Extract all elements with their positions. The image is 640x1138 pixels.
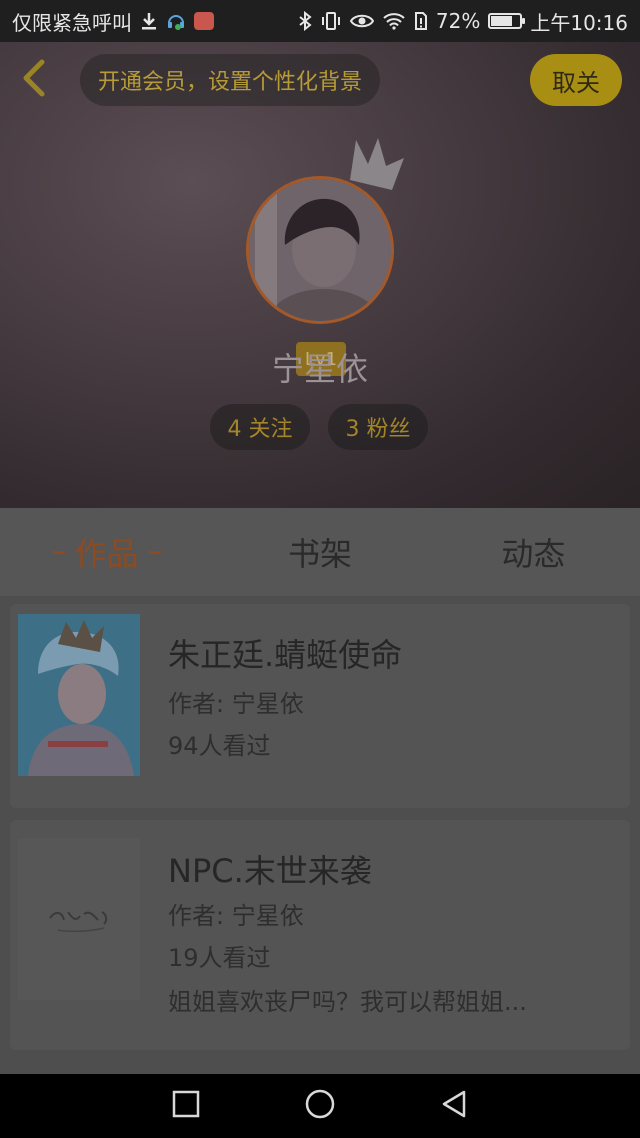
wifi-icon (382, 12, 406, 30)
cover-portrait-icon (18, 614, 140, 776)
navigation-bar (0, 1074, 640, 1138)
tab-bookshelf[interactable]: 书架 (213, 508, 426, 596)
username: 宁星依 (271, 350, 368, 388)
back-button[interactable] (14, 56, 54, 100)
battery-icon (488, 13, 526, 29)
work-views: 19人看过 (168, 944, 271, 972)
tab-label: 书架 (287, 535, 352, 573)
unfollow-button[interactable]: 取关 (530, 54, 622, 106)
clock: 上午10:16 (530, 10, 628, 35)
profile-tabs: 作品 书架 动态 (0, 508, 640, 596)
profile-header: 开通会员，设置个性化背景 取关 Lv1 宁星依 4 关注 3 粉丝 (0, 42, 640, 508)
fans-count[interactable]: 3 粉丝 (328, 404, 428, 450)
circle-icon (305, 1089, 335, 1119)
tab-label: 作品 (74, 535, 139, 573)
works-list: 朱正廷.蜻蜓使命 作者: 宁星依 94人看过 NPC.末世来袭 作者: 宁星依 … (0, 596, 640, 1074)
tab-label: 动态 (501, 535, 566, 573)
cover-image (18, 614, 140, 776)
back-nav-button[interactable] (440, 1089, 468, 1123)
work-author: 作者: 宁星依 (168, 902, 304, 930)
battery-percent: 72% (435, 9, 481, 33)
tab-indicator-left (52, 550, 65, 554)
avatar[interactable] (246, 138, 404, 324)
work-title: NPC.末世来袭 (168, 852, 372, 890)
tab-activity[interactable]: 动态 (427, 508, 640, 596)
cover-calligraphy-icon (18, 838, 140, 1000)
following-count[interactable]: 4 关注 (210, 404, 310, 450)
work-author: 作者: 宁星依 (168, 690, 304, 718)
status-bar: 仅限紧急呼叫 72% 上午10:16 (0, 0, 640, 42)
triangle-back-icon (442, 1090, 466, 1118)
list-item[interactable]: NPC.末世来袭 作者: 宁星依 19人看过 姐姐喜欢丧尸吗？我可以帮姐姐... (10, 820, 630, 1050)
app-icon (194, 12, 214, 30)
headset-icon (166, 11, 186, 31)
square-icon (172, 1090, 200, 1118)
bluetooth-icon (298, 11, 312, 31)
carrier-status: 仅限紧急呼叫 (12, 10, 132, 35)
chevron-left-icon (23, 59, 45, 97)
list-item[interactable]: 朱正廷.蜻蜓使命 作者: 宁星依 94人看过 (10, 604, 630, 808)
eye-icon (349, 12, 374, 30)
recent-apps-button[interactable] (172, 1090, 200, 1122)
download-icon (140, 11, 158, 31)
tab-works[interactable]: 作品 (0, 508, 213, 596)
home-button[interactable] (304, 1088, 336, 1124)
sim-icon (414, 11, 428, 31)
cover-image (18, 838, 140, 1000)
vibrate-icon (320, 11, 342, 31)
tab-indicator-right (148, 550, 161, 554)
vip-background-prompt[interactable]: 开通会员，设置个性化背景 (80, 54, 381, 106)
crown-icon (350, 138, 404, 190)
work-views: 94人看过 (168, 732, 271, 760)
work-description: 姐姐喜欢丧尸吗？我可以帮姐姐... (168, 988, 527, 1016)
work-title: 朱正廷.蜻蜓使命 (168, 636, 403, 674)
